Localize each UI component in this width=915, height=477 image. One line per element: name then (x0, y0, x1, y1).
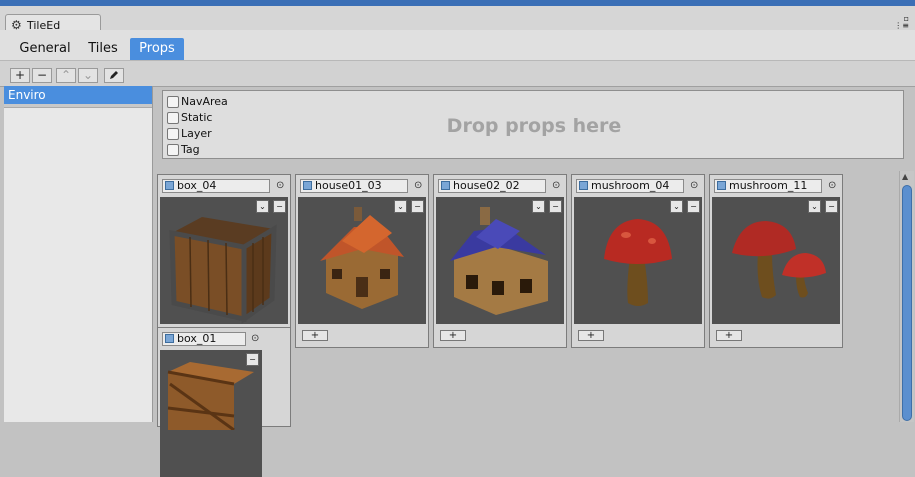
cube-icon (303, 181, 312, 190)
remove-prop-button[interactable]: − (825, 200, 838, 213)
prop-name: box_04 (177, 179, 217, 192)
drop-props-hint: Drop props here (446, 115, 622, 137)
prop-name: house01_03 (315, 179, 382, 192)
remove-prop-button[interactable]: − (549, 200, 562, 213)
prop-preview: − (160, 350, 262, 477)
cube-icon (165, 181, 174, 190)
remove-prop-button[interactable]: − (273, 200, 286, 213)
main-tabs: General Tiles Props (0, 30, 915, 60)
scrollbar-thumb[interactable] (902, 185, 912, 421)
prop-name-field[interactable]: mushroom_04 (576, 179, 684, 193)
prop-card-house02-02[interactable]: house02_02 ⊙ ⌄ − + (433, 174, 567, 348)
target-icon[interactable]: ⊙ (552, 180, 560, 191)
prop-card-mushroom-11[interactable]: mushroom_11 ⊙ ⌄ − + (709, 174, 843, 348)
move-up-button[interactable]: ⌃ (56, 68, 76, 83)
pencil-icon[interactable] (104, 68, 124, 83)
tab-general[interactable]: General (12, 38, 78, 60)
prop-name-field[interactable]: house01_03 (300, 179, 408, 193)
prop-preview: ⌄ − (712, 197, 840, 324)
add-prop-variant-button[interactable]: + (578, 330, 604, 341)
prop-name: house02_02 (453, 179, 520, 192)
target-icon[interactable]: ⊙ (690, 180, 698, 191)
prop-preview: ⌄ − (160, 197, 288, 324)
prop-preview: ⌄ − (298, 197, 426, 324)
cube-icon (165, 334, 174, 343)
remove-prop-button[interactable]: − (411, 200, 424, 213)
prop-name: mushroom_11 (729, 179, 808, 192)
group-item-enviro[interactable]: Enviro (4, 86, 152, 104)
prop-name-field[interactable]: box_04 (162, 179, 270, 193)
tab-props[interactable]: Props (130, 38, 184, 60)
remove-prop-button[interactable]: − (246, 353, 259, 366)
dropdown-button[interactable]: ⌄ (394, 200, 407, 213)
dropdown-button[interactable]: ⌄ (808, 200, 821, 213)
vertical-scrollbar[interactable]: ▲ (899, 171, 914, 422)
prop-name: box_01 (177, 332, 217, 345)
remove-button[interactable]: − (32, 68, 52, 83)
target-icon[interactable]: ⊙ (414, 180, 422, 191)
prop-card-box-01[interactable]: box_01 ⊙ − (157, 327, 291, 477)
prop-card-box-04[interactable]: box_04 ⊙ ⌄ − (157, 174, 291, 348)
dropdown-button[interactable]: ⌄ (256, 200, 269, 213)
move-down-button[interactable]: ⌄ (78, 68, 98, 83)
group-list: Enviro (4, 86, 153, 422)
target-icon[interactable]: ⊙ (251, 333, 259, 344)
prop-card-mushroom-04[interactable]: mushroom_04 ⊙ ⌄ − + (571, 174, 705, 348)
dropdown-button[interactable]: ⌄ (670, 200, 683, 213)
drop-zone[interactable]: NavArea Static Layer Tag Drop props here (162, 90, 904, 159)
prop-card-house01-03[interactable]: house01_03 ⊙ ⌄ − + (295, 174, 429, 348)
target-icon[interactable]: ⊙ (828, 180, 836, 191)
prop-name-field[interactable]: mushroom_11 (714, 179, 822, 193)
prop-preview: ⌄ − (436, 197, 564, 324)
window-menu-icon[interactable]: ▫ ⋮≡ (894, 15, 909, 30)
add-button[interactable]: + (10, 68, 30, 83)
scroll-up-arrow-icon[interactable]: ▲ (902, 172, 908, 181)
prop-name-field[interactable]: house02_02 (438, 179, 546, 193)
checkbox-box[interactable] (167, 144, 179, 156)
checkbox-box[interactable] (167, 96, 179, 108)
toolbar: + − ⌃ ⌄ (0, 60, 915, 87)
tab-tiles[interactable]: Tiles (80, 38, 126, 60)
add-prop-variant-button[interactable]: + (440, 330, 466, 341)
cube-icon (579, 181, 588, 190)
cube-icon (717, 181, 726, 190)
cube-icon (441, 181, 450, 190)
prop-name-field[interactable]: box_01 (162, 332, 246, 346)
remove-prop-button[interactable]: − (687, 200, 700, 213)
checkbox-label: NavArea (181, 95, 228, 108)
checkbox-label: Tag (181, 143, 200, 156)
add-prop-variant-button[interactable]: + (716, 330, 742, 341)
window-titlebar: ⚙ TileEd ▫ ⋮≡ (0, 6, 915, 36)
add-prop-variant-button[interactable]: + (302, 330, 328, 341)
prop-preview: ⌄ − (574, 197, 702, 324)
dropdown-button[interactable]: ⌄ (532, 200, 545, 213)
group-list-divider (4, 104, 152, 108)
prop-name: mushroom_04 (591, 179, 670, 192)
target-icon[interactable]: ⊙ (276, 180, 284, 191)
